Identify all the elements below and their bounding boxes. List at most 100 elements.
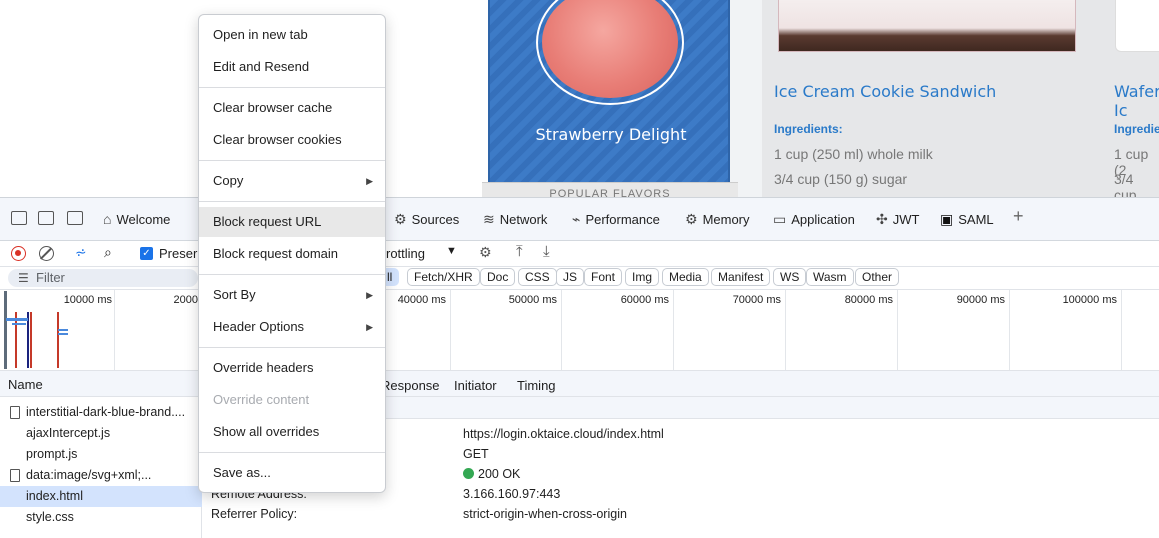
timeline-label: 100000 ms: [1062, 294, 1117, 306]
timeline-gridline: [673, 290, 674, 370]
menu-item-clear-browser-cache[interactable]: Clear browser cache: [199, 93, 385, 123]
record-button[interactable]: [11, 246, 26, 261]
tab-application[interactable]: ▭ Application: [773, 210, 855, 228]
filter-chip-wasm[interactable]: Wasm: [806, 268, 854, 286]
filter-chip-ws[interactable]: WS: [773, 268, 807, 286]
menu-item-block-request-url[interactable]: Block request URL: [199, 207, 385, 237]
menu-item-label: Header Options: [213, 319, 305, 334]
flavor-card-title: Strawberry Delight: [535, 125, 687, 144]
network-filter-bar: ☰ Filter ll Fetch/XHR Doc CSS JS Font Im…: [0, 267, 1159, 289]
throttling-select[interactable]: rottling: [386, 246, 425, 261]
filter-chip-other[interactable]: Other: [855, 268, 900, 286]
menu-item-override-headers[interactable]: Override headers: [199, 353, 385, 383]
filter-chip-js[interactable]: JS: [556, 268, 585, 286]
filter-chip-manifest[interactable]: Manifest: [711, 268, 771, 286]
menu-item-clear-browser-cookies[interactable]: Clear browser cookies: [199, 125, 385, 155]
filter-chip-media[interactable]: Media: [662, 268, 709, 286]
tab-welcome[interactable]: ⌂ Welcome: [103, 210, 170, 228]
wafer-image[interactable]: [1115, 0, 1159, 52]
menu-item-open-in-new-tab[interactable]: Open in new tab: [199, 20, 385, 50]
export-har-icon[interactable]: ⤓: [543, 243, 550, 260]
puzzle-icon: ✣: [876, 210, 888, 227]
preserve-log-checkbox[interactable]: ✓: [140, 247, 153, 260]
tab-label: Performance: [585, 211, 660, 227]
request-name: prompt.js: [26, 447, 78, 461]
filter-toggle-icon[interactable]: ⩫: [75, 244, 87, 261]
product-title[interactable]: Ice Cream Cookie Sandwich: [774, 82, 996, 101]
product-title[interactable]: Wafer Ic: [1114, 82, 1159, 120]
timeline-gridline: [1009, 290, 1010, 370]
network-overview-timeline[interactable]: 10000 ms 2000 40000 ms 50000 ms 60000 ms…: [0, 289, 1159, 371]
network-conditions-icon[interactable]: ⚙: [479, 244, 492, 261]
list-item[interactable]: data:image/svg+xml;...: [0, 465, 202, 486]
tab-saml[interactable]: ▣ SAML: [940, 210, 994, 228]
tab-label: Welcome: [116, 211, 171, 227]
wifi-icon: ≋: [483, 210, 495, 227]
menu-item-label: Copy: [213, 173, 244, 188]
timeline-request-bar: [12, 323, 26, 325]
list-item[interactable]: interstitial-dark-blue-brand....: [0, 402, 202, 423]
filter-chip-doc[interactable]: Doc: [480, 268, 516, 286]
menu-item-header-options[interactable]: Header Options ▶: [199, 312, 385, 342]
menu-item-show-all-overrides[interactable]: Show all overrides: [199, 417, 385, 447]
tab-label: SAML: [958, 211, 994, 227]
filter-icon: ☰: [18, 271, 29, 285]
list-item-selected[interactable]: index.html: [0, 486, 202, 507]
clear-log-button[interactable]: [39, 246, 54, 261]
filter-chip-css[interactable]: CSS: [518, 268, 557, 286]
filter-placeholder: Filter: [36, 270, 65, 285]
tab-timing[interactable]: Timing: [517, 378, 556, 393]
timeline-marker: [30, 312, 32, 368]
import-har-icon[interactable]: ⤒: [516, 243, 523, 260]
chevron-down-icon[interactable]: ▼: [446, 245, 457, 257]
tab-label: Application: [791, 211, 855, 227]
tab-label: Network: [499, 211, 548, 227]
add-panel-icon[interactable]: +: [1013, 206, 1024, 226]
timeline-gridline: [1121, 290, 1122, 370]
list-item[interactable]: style.css: [0, 507, 202, 528]
menu-item-edit-and-resend[interactable]: Edit and Resend: [199, 52, 385, 82]
tab-initiator[interactable]: Initiator: [454, 378, 497, 393]
list-item[interactable]: prompt.js: [0, 444, 202, 465]
timeline-label: 90000 ms: [956, 294, 1005, 306]
memory-icon: ⚙: [685, 210, 698, 227]
status-code-value: 200 OK: [463, 467, 520, 481]
request-name: ajaxIntercept.js: [26, 426, 111, 440]
image-icon: [10, 469, 20, 482]
home-icon: ⌂: [103, 211, 112, 227]
filter-chip-img[interactable]: Img: [625, 268, 660, 286]
timeline-label: 60000 ms: [620, 294, 669, 306]
menu-item-save-as[interactable]: Save as...: [199, 458, 385, 488]
ingredient-line: 3/4 cup: [1114, 171, 1137, 197]
tab-label: Memory: [702, 211, 750, 227]
tab-response[interactable]: Response: [381, 378, 440, 393]
flavor-card[interactable]: Strawberry Delight: [488, 0, 730, 182]
list-item[interactable]: ajaxIntercept.js: [0, 423, 202, 444]
filter-chip-font[interactable]: Font: [584, 268, 623, 286]
tab-sources[interactable]: ⚙ Sources: [394, 210, 459, 228]
timeline-label: 80000 ms: [844, 294, 893, 306]
device-toolbar-icon[interactable]: [38, 211, 54, 225]
menu-item-sort-by[interactable]: Sort By ▶: [199, 280, 385, 310]
filter-chip-fetch-xhr[interactable]: Fetch/XHR: [407, 268, 480, 286]
context-menu: Open in new tab Edit and Resend Clear br…: [198, 14, 386, 493]
dock-side-icon[interactable]: [67, 211, 83, 225]
name-column-header[interactable]: Name: [8, 377, 43, 392]
referrer-policy-label: Referrer Policy:: [211, 507, 298, 521]
tab-network[interactable]: ≋ Network: [483, 210, 547, 228]
menu-item-copy[interactable]: Copy ▶: [199, 166, 385, 196]
submenu-arrow-icon: ▶: [366, 176, 373, 186]
tab-label: Sources: [411, 211, 460, 227]
inspect-element-icon[interactable]: [11, 211, 27, 225]
ingredients-label: Ingredier: [1114, 122, 1159, 136]
menu-item-block-request-domain[interactable]: Block request domain: [199, 239, 385, 269]
timeline-label: 70000 ms: [732, 294, 781, 306]
tab-memory[interactable]: ⚙ Memory: [685, 210, 750, 228]
filter-input[interactable]: ☰ Filter: [8, 269, 198, 287]
search-icon[interactable]: ⌕: [104, 244, 112, 261]
cookie-sandwich-image[interactable]: [778, 0, 1076, 52]
menu-divider: [199, 452, 385, 453]
tab-performance[interactable]: ⌁ Performance: [572, 210, 660, 228]
timeline-label: 2000: [173, 294, 198, 306]
tab-jwt[interactable]: ✣ JWT: [876, 210, 919, 228]
